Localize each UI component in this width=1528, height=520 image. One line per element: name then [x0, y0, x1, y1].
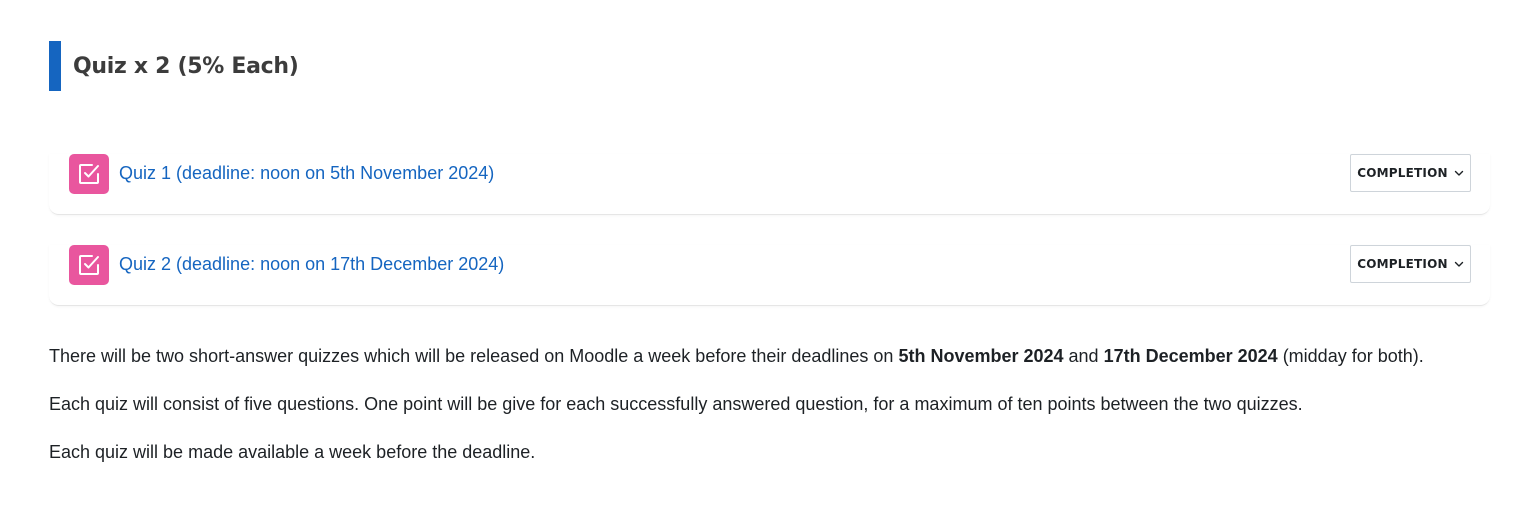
completion-label: COMPLETION [1357, 257, 1448, 271]
description-paragraph-2: Each quiz will consist of five questions… [49, 394, 1303, 414]
description-paragraph-3: Each quiz will be made available a week … [49, 442, 536, 462]
completion-dropdown-button[interactable]: COMPLETION [1350, 154, 1471, 192]
activity-item-quiz-2: Quiz 2 (deadline: noon on 17th December … [49, 245, 1490, 306]
deadline-date-1: 5th November 2024 [898, 346, 1064, 366]
section-title: Quiz x 2 (5% Each) [73, 53, 299, 79]
deadline-date-2: 17th December 2024 [1103, 346, 1278, 366]
chevron-down-icon [1454, 261, 1463, 267]
section-accent-bar [49, 41, 61, 91]
description-text: and [1063, 346, 1104, 366]
section-description: There will be two short-answer quizzes w… [49, 342, 1489, 486]
completion-label: COMPLETION [1357, 166, 1448, 180]
section-header: Quiz x 2 (5% Each) [49, 41, 299, 91]
description-paragraph-1: There will be two short-answer quizzes w… [49, 342, 1489, 370]
completion-dropdown-button[interactable]: COMPLETION [1350, 245, 1471, 283]
quiz-1-link[interactable]: Quiz 1 (deadline: noon on 5th November 2… [119, 163, 494, 184]
activity-item-quiz-1: Quiz 1 (deadline: noon on 5th November 2… [49, 154, 1490, 215]
quiz-checkbox-icon[interactable] [69, 245, 109, 285]
description-text: (midday for both). [1277, 346, 1424, 366]
quiz-checkbox-icon[interactable] [69, 154, 109, 194]
description-text: There will be two short-answer quizzes w… [49, 346, 899, 366]
quiz-2-link[interactable]: Quiz 2 (deadline: noon on 17th December … [119, 254, 504, 275]
chevron-down-icon [1454, 170, 1463, 176]
